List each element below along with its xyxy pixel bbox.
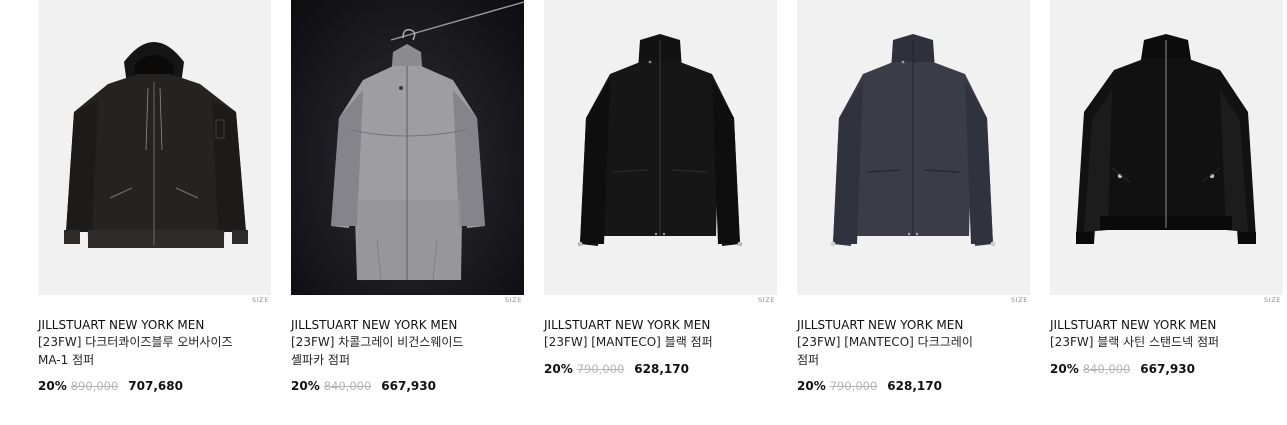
size-link[interactable]: SIZE	[797, 295, 1030, 305]
product-brand[interactable]: JILLSTUART NEW YORK MEN	[291, 317, 524, 334]
product-image[interactable]	[1050, 0, 1283, 295]
sale-price: 628,170	[634, 361, 689, 376]
discount-rate: 20%	[797, 379, 826, 393]
price-row: 20% 840,000 667,930	[1050, 361, 1283, 377]
product-name[interactable]: [23FW] 차콜그레이 비건스웨이드 셸파카 점퍼	[291, 334, 491, 369]
product-card[interactable]: SIZE JILLSTUART NEW YORK MEN [23FW] 차콜그레…	[291, 0, 524, 394]
black-stand-collar-jacket-image	[577, 34, 743, 247]
original-price: 840,000	[323, 379, 372, 393]
discount-rate: 20%	[291, 379, 320, 393]
product-card[interactable]: SIZE JILLSTUART NEW YORK MEN [23FW] 블랙 사…	[1050, 0, 1283, 394]
sale-price: 667,930	[381, 379, 436, 393]
product-brand[interactable]: JILLSTUART NEW YORK MEN	[38, 317, 271, 334]
product-name[interactable]: [23FW] [MANTECO] 블랙 점퍼	[544, 334, 744, 352]
size-link[interactable]: SIZE	[38, 295, 271, 305]
product-name[interactable]: [23FW] 다크터콰이즈블루 오버사이즈 MA-1 점퍼	[38, 334, 238, 369]
product-image[interactable]	[38, 0, 271, 295]
price-row: 20% 790,000 628,170	[544, 361, 777, 377]
product-name[interactable]: [23FW] [MANTECO] 다크그레이 점퍼	[797, 334, 997, 369]
sale-price: 707,680	[128, 379, 183, 393]
original-price: 840,000	[1082, 361, 1131, 376]
product-card[interactable]: SIZE JILLSTUART NEW YORK MEN [23FW] 다크터콰…	[38, 0, 271, 394]
original-price: 890,000	[70, 379, 119, 393]
original-price: 790,000	[829, 379, 878, 393]
product-image[interactable]	[797, 0, 1030, 295]
product-image[interactable]	[291, 0, 524, 295]
product-brand[interactable]: JILLSTUART NEW YORK MEN	[797, 317, 1030, 334]
sale-price: 628,170	[887, 379, 942, 393]
product-card[interactable]: SIZE JILLSTUART NEW YORK MEN [23FW] [MAN…	[544, 0, 777, 394]
product-brand[interactable]: JILLSTUART NEW YORK MEN	[544, 317, 777, 334]
size-link[interactable]: SIZE	[544, 295, 777, 305]
product-name[interactable]: [23FW] 블랙 사틴 스탠드넥 점퍼	[1050, 334, 1250, 352]
discount-rate: 20%	[544, 361, 573, 376]
product-card[interactable]: SIZE JILLSTUART NEW YORK MEN [23FW] [MAN…	[797, 0, 1030, 394]
black-satin-bomber-image	[1076, 34, 1256, 244]
size-link[interactable]: SIZE	[291, 295, 524, 305]
discount-rate: 20%	[1050, 361, 1079, 376]
price-row: 20% 890,000 707,680	[38, 378, 271, 394]
product-brand[interactable]: JILLSTUART NEW YORK MEN	[1050, 317, 1283, 334]
original-price: 790,000	[576, 361, 625, 376]
product-image[interactable]	[544, 0, 777, 295]
suede-jacket-on-hanger-image	[331, 1, 524, 281]
product-grid: SIZE JILLSTUART NEW YORK MEN [23FW] 다크터콰…	[38, 0, 1283, 394]
sale-price: 667,930	[1140, 361, 1195, 376]
price-row: 20% 790,000 628,170	[797, 378, 1030, 394]
darkgray-stand-collar-jacket-image	[830, 34, 996, 247]
price-row: 20% 840,000 667,930	[291, 378, 524, 394]
discount-rate: 20%	[38, 379, 67, 393]
size-link[interactable]: SIZE	[1050, 295, 1283, 305]
hooded-ma1-jacket-image	[64, 42, 248, 248]
